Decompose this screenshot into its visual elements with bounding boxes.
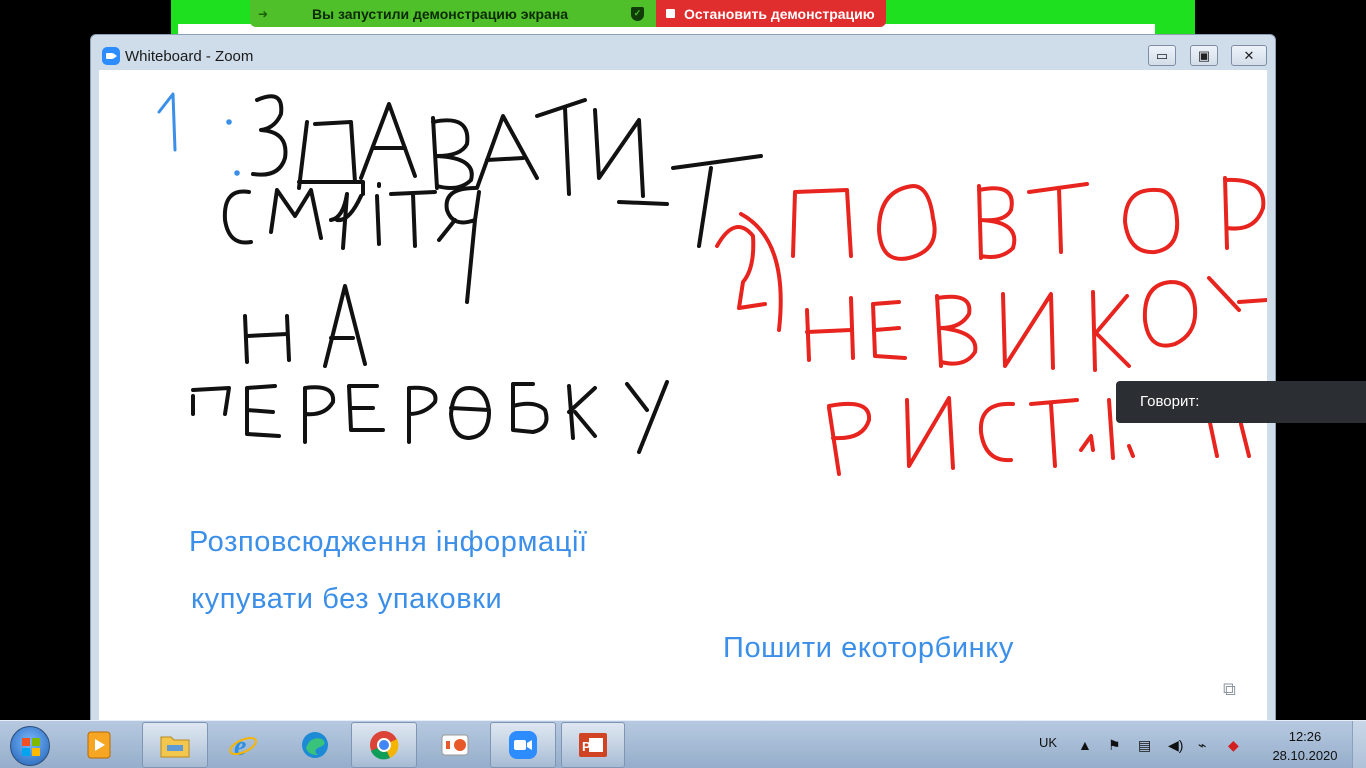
windows-logo-icon xyxy=(22,738,40,756)
zoom-app-icon xyxy=(102,47,120,65)
shield-check-icon: ✓ xyxy=(631,7,644,21)
whiteboard-window: Whiteboard - Zoom ▭ ▣ ✕ Розповсюдження і… xyxy=(90,34,1276,724)
blue-number-one xyxy=(157,92,240,176)
taskbar-chrome[interactable] xyxy=(351,722,417,768)
pin-icon[interactable]: ➜ xyxy=(250,7,276,21)
clock[interactable]: 12:26 28.10.2020 xyxy=(1265,727,1345,765)
folder-icon xyxy=(160,736,190,758)
taskbar: e P UK ▲ ⚑ ▤ ◀) ⌁ ◆ 12:26 28.10.2020 xyxy=(0,720,1366,768)
clock-time: 12:26 xyxy=(1288,729,1322,744)
svg-text:P: P xyxy=(582,739,591,754)
typed-text-item[interactable]: Розповсюдження інформації xyxy=(189,526,588,559)
taskbar-file-explorer[interactable] xyxy=(142,722,208,768)
minimize-button[interactable]: ▭ xyxy=(1148,45,1176,66)
media-player-icon xyxy=(87,731,111,759)
taskbar-powerpoint[interactable]: P xyxy=(561,722,625,768)
active-speaker-panel: Говорит: xyxy=(1116,381,1366,423)
red-handwriting xyxy=(715,176,1267,476)
show-desktop-button[interactable] xyxy=(1352,721,1366,768)
taskbar-internet-explorer[interactable]: e xyxy=(210,722,276,768)
language-indicator[interactable]: UK xyxy=(1039,735,1057,750)
internet-explorer-icon: e xyxy=(229,731,257,760)
network-icon[interactable]: ▤ xyxy=(1138,737,1151,754)
power-plug-icon[interactable]: ⌁ xyxy=(1198,737,1206,754)
typed-text-item[interactable]: купувати без упаковки xyxy=(191,583,502,616)
stop-share-label: Остановить демонстрацию xyxy=(684,5,875,22)
whiteboard-canvas[interactable]: Розповсюдження інформації купувати без у… xyxy=(99,70,1267,724)
svg-text:e: e xyxy=(234,731,246,760)
window-title: Whiteboard - Zoom xyxy=(125,48,254,65)
edge-icon xyxy=(302,732,328,758)
new-page-icon[interactable]: ⧉ xyxy=(1223,679,1236,700)
maximize-button[interactable]: ▣ xyxy=(1190,45,1218,66)
antivirus-icon[interactable]: ◆ xyxy=(1228,737,1239,754)
show-hidden-icons-icon[interactable]: ▲ xyxy=(1078,737,1092,753)
action-center-flag-icon[interactable]: ⚑ xyxy=(1108,737,1121,754)
speaking-label: Говорит: xyxy=(1140,393,1200,410)
powerpoint-icon: P xyxy=(579,733,607,757)
screen: ➜ Вы запустили демонстрацию экрана ✓ Ост… xyxy=(0,0,1366,768)
volume-icon[interactable]: ◀) xyxy=(1168,737,1183,754)
title-bar[interactable]: Whiteboard - Zoom ▭ ▣ ✕ xyxy=(91,35,1275,69)
share-status-text: Вы запустили демонстрацию экрана xyxy=(312,5,569,22)
start-button[interactable] xyxy=(10,726,50,766)
zoom-icon xyxy=(509,731,537,759)
typed-text-item[interactable]: Пошити екоторбинку xyxy=(723,632,1014,665)
share-status-bar[interactable]: ➜ Вы запустили демонстрацию экрана ✓ xyxy=(250,0,656,27)
stop-icon xyxy=(666,9,675,18)
taskbar-paint[interactable] xyxy=(422,722,488,768)
clock-date: 28.10.2020 xyxy=(1272,748,1338,763)
chrome-icon xyxy=(370,731,399,760)
taskbar-zoom[interactable] xyxy=(490,722,556,768)
close-button[interactable]: ✕ xyxy=(1231,45,1267,66)
taskbar-edge[interactable] xyxy=(282,722,348,768)
paint-icon xyxy=(441,734,469,756)
stop-share-button[interactable]: Остановить демонстрацию xyxy=(656,0,886,27)
taskbar-media-player[interactable] xyxy=(68,722,132,768)
black-handwriting xyxy=(191,94,763,454)
